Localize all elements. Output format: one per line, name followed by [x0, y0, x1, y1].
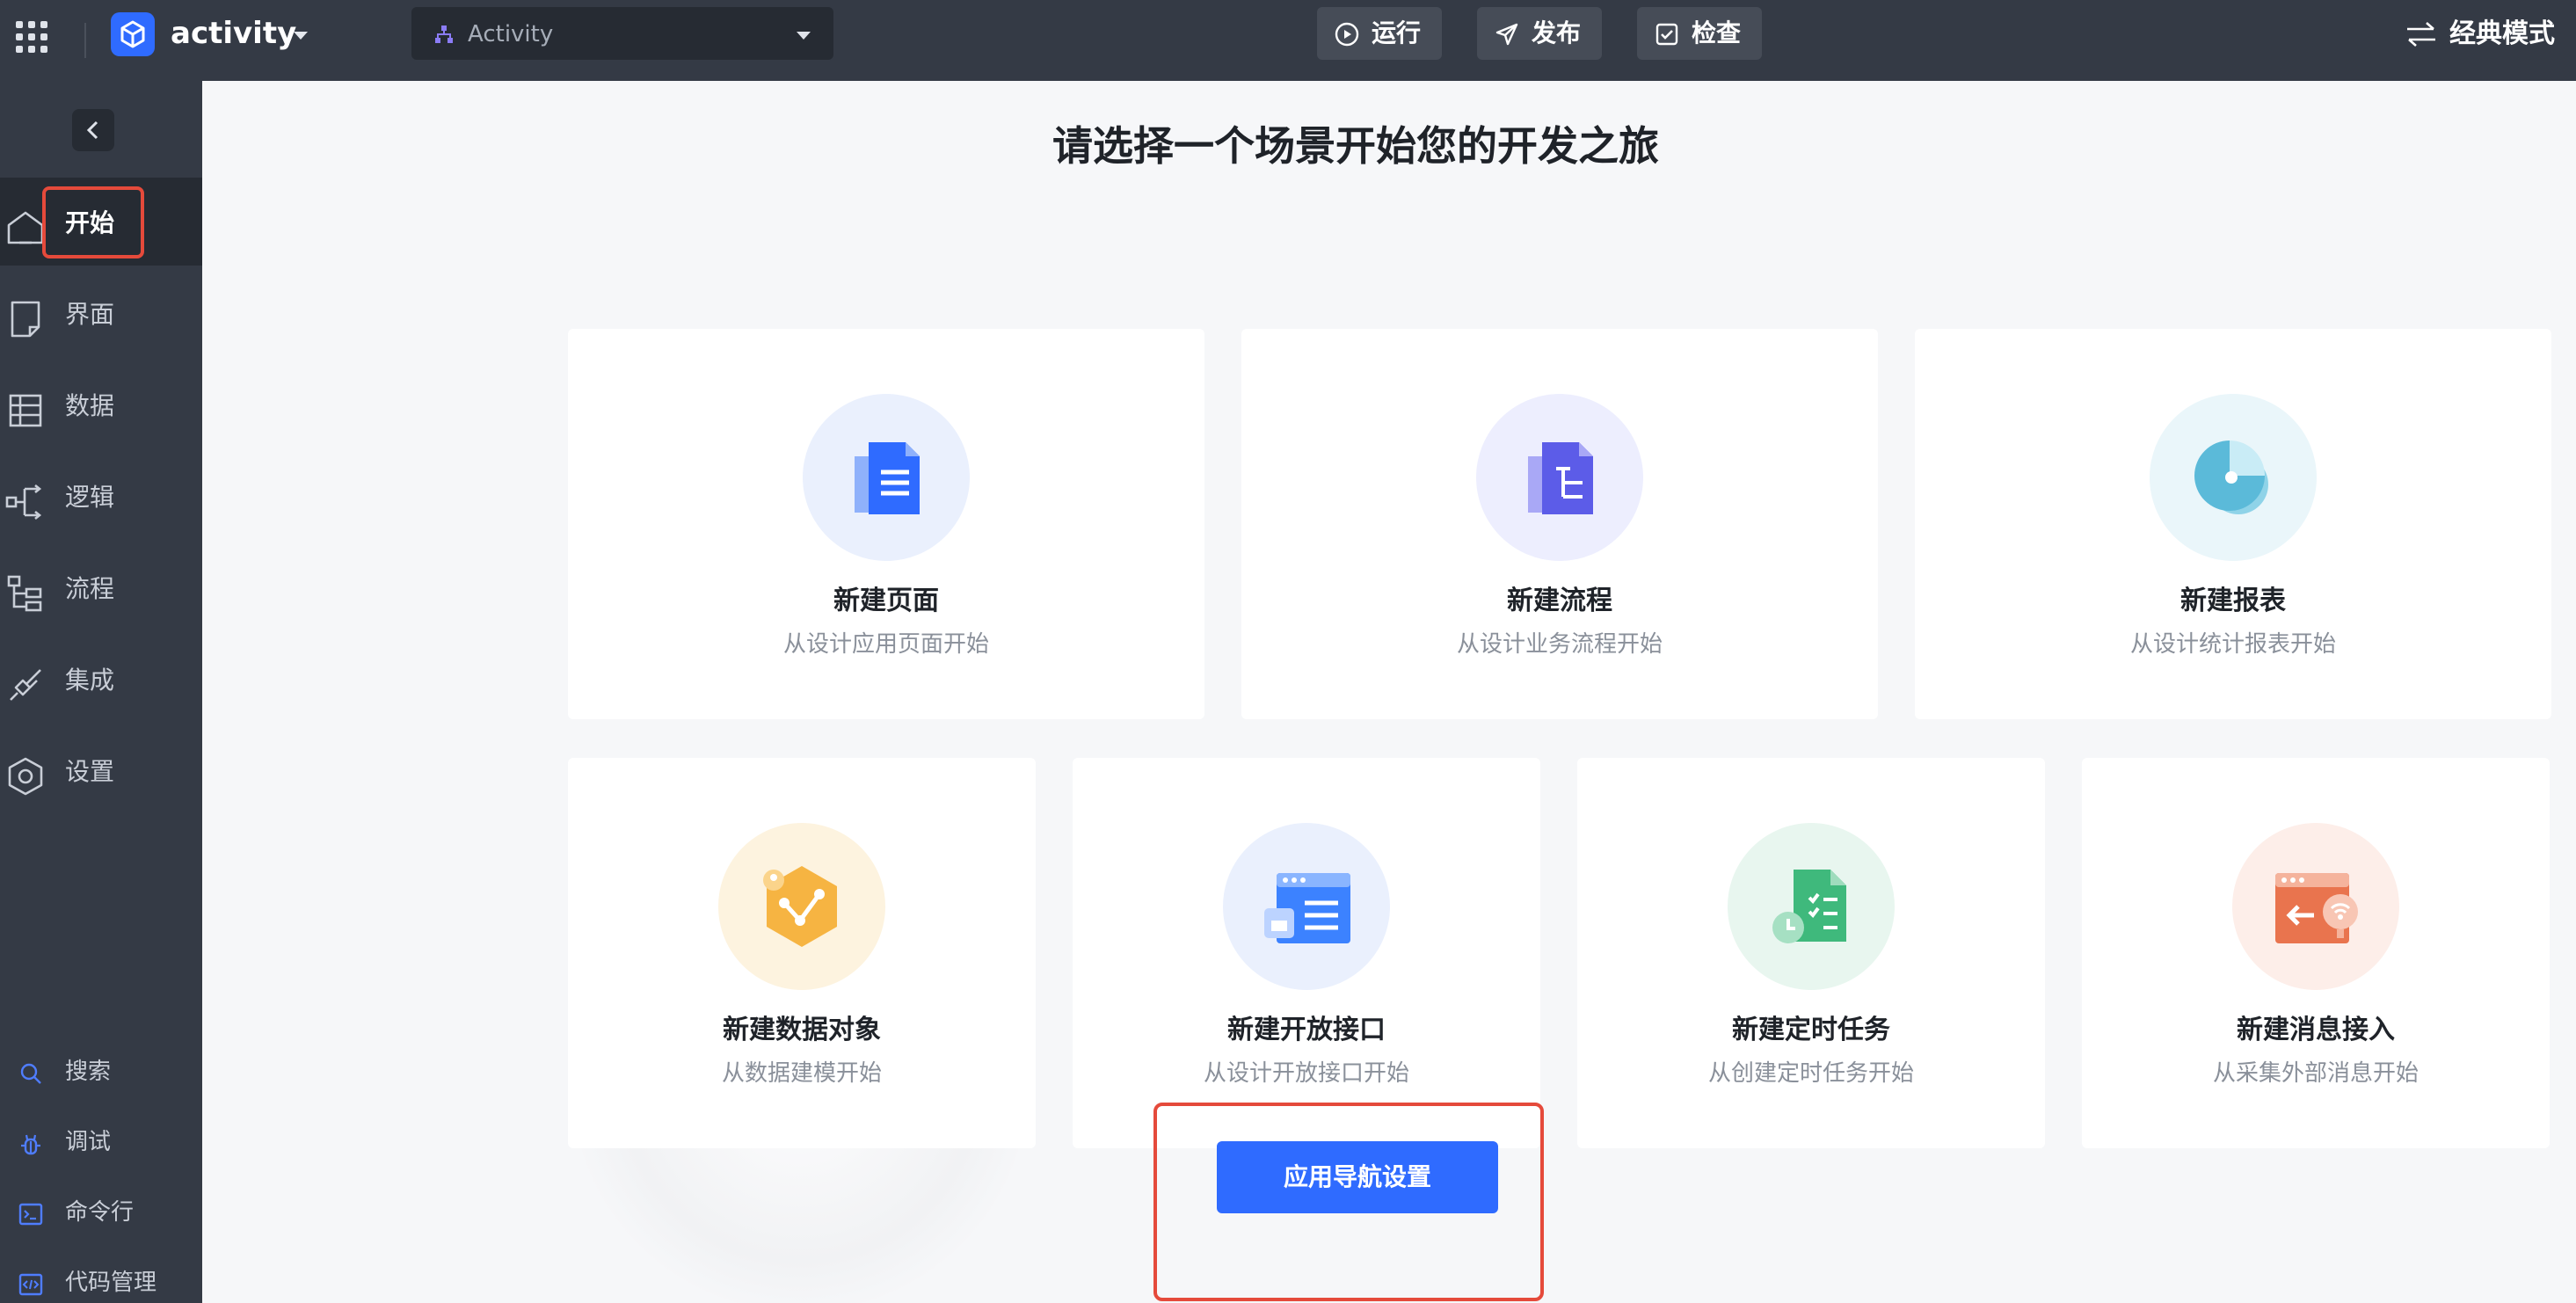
card-title: 新建流程 — [1507, 586, 1612, 616]
card-desc: 从设计业务流程开始 — [1456, 631, 1663, 658]
card-new-open-api[interactable]: 新建开放接口 从设计开放接口开始 — [1073, 758, 1540, 1148]
card-title: 新建定时任务 — [1732, 1015, 1890, 1045]
pie-chart-icon — [2194, 440, 2268, 514]
check-button[interactable]: 检查 — [1637, 7, 1762, 60]
publish-button[interactable]: 发布 — [1477, 7, 1602, 60]
page-select[interactable]: Activity — [411, 7, 833, 60]
card-title: 新建开放接口 — [1227, 1015, 1386, 1045]
document-icon — [855, 442, 920, 514]
card-new-message-access[interactable]: 新建消息接入 从采集外部消息开始 — [2082, 758, 2550, 1148]
hexagon-settings-icon — [8, 757, 43, 796]
sidebar: 开始 界面 数据 逻辑 流程 集成 设置 搜索 调试 命令行 代码管理 — [0, 81, 202, 1303]
send-icon — [1495, 23, 1518, 46]
card-new-scheduled-task[interactable]: 新建定时任务 从创建定时任务开始 — [1577, 758, 2045, 1148]
card-icon-bg — [2150, 394, 2317, 561]
card-desc: 从设计统计报表开始 — [2129, 631, 2336, 658]
card-desc: 从创建定时任务开始 — [1707, 1060, 1914, 1087]
app-navigation-settings-button[interactable]: 应用导航设置 — [1217, 1141, 1498, 1213]
page-icon — [11, 301, 40, 338]
card-desc: 从采集外部消息开始 — [2212, 1060, 2419, 1087]
publish-label: 发布 — [1532, 18, 1582, 47]
sidebar-item-logic[interactable]: 逻辑 — [0, 452, 202, 540]
card-icon-bg — [1728, 823, 1895, 990]
logic-icon — [5, 484, 42, 520]
sidebar-item-label: 流程 — [65, 574, 115, 603]
message-inbound-icon — [2275, 873, 2358, 943]
sitemap-icon — [435, 25, 453, 43]
card-desc: 从数据建模开始 — [721, 1060, 882, 1087]
card-icon-bg — [718, 823, 885, 990]
app-logo-icon — [111, 12, 155, 56]
sidebar-item-settings[interactable]: 设置 — [0, 726, 202, 814]
card-icon-bg — [1223, 823, 1390, 990]
search-icon — [20, 1063, 41, 1084]
card-icon-bg — [1476, 394, 1643, 561]
chevron-down-icon — [797, 32, 811, 40]
home-icon — [7, 211, 44, 244]
run-label: 运行 — [1372, 18, 1422, 47]
sidebar-tool-search[interactable]: 搜索 — [0, 1046, 202, 1099]
flow-document-icon — [1528, 442, 1593, 514]
card-title: 新建消息接入 — [2237, 1015, 2395, 1045]
card-new-report[interactable]: 新建报表 从设计统计报表开始 — [1915, 329, 2551, 719]
sidebar-item-data[interactable]: 数据 — [0, 360, 202, 448]
sidebar-item-integration[interactable]: 集成 — [0, 635, 202, 723]
plug-icon — [10, 669, 41, 701]
sidebar-tool-terminal[interactable]: 命令行 — [0, 1187, 202, 1240]
sidebar-tool-code[interactable]: 代码管理 — [0, 1257, 202, 1303]
play-icon — [1335, 22, 1359, 47]
sidebar-item-flow[interactable]: 流程 — [0, 543, 202, 631]
divider — [84, 23, 86, 58]
table-icon — [9, 394, 42, 427]
terminal-icon — [18, 1203, 43, 1226]
api-icon — [1264, 873, 1350, 943]
check-label: 检查 — [1692, 18, 1742, 47]
page-title: 请选择一个场景开始您的开发之旅 — [1052, 122, 1659, 170]
highlight-box — [42, 186, 144, 258]
card-desc: 从设计应用页面开始 — [782, 631, 989, 658]
code-icon — [18, 1273, 43, 1296]
sidebar-item-label: 设置 — [65, 757, 115, 786]
top-bar: activity Activity 运行 发布 检查 经典模式 — [0, 0, 2576, 81]
tool-label: 命令行 — [65, 1199, 135, 1226]
tool-label: 调试 — [65, 1129, 112, 1155]
app-grid-icon[interactable] — [16, 21, 47, 53]
card-desc: 从设计开放接口开始 — [1203, 1060, 1409, 1087]
switch-arrows-icon — [2407, 22, 2435, 47]
flow-icon — [7, 575, 42, 612]
card-title: 新建报表 — [2180, 586, 2286, 616]
card-new-flow[interactable]: 新建流程 从设计业务流程开始 — [1241, 329, 1878, 719]
sidebar-item-label: 集成 — [65, 666, 115, 695]
sidebar-tool-debug[interactable]: 调试 — [0, 1117, 202, 1169]
classic-mode-label: 经典模式 — [2449, 18, 2555, 49]
card-title: 新建数据对象 — [723, 1015, 881, 1045]
card-icon-bg — [803, 394, 970, 561]
chevron-down-icon[interactable] — [294, 32, 308, 40]
card-new-data-object[interactable]: 新建数据对象 从数据建模开始 — [568, 758, 1036, 1148]
checkbox-icon — [1655, 23, 1678, 46]
scheduled-task-icon — [1772, 870, 1846, 943]
card-new-page[interactable]: 新建页面 从设计应用页面开始 — [568, 329, 1204, 719]
page-select-value: Activity — [468, 21, 554, 47]
sidebar-item-label: 数据 — [65, 391, 115, 420]
tool-label: 代码管理 — [65, 1270, 157, 1296]
data-object-icon — [763, 866, 837, 947]
tool-label: 搜索 — [65, 1059, 112, 1085]
sidebar-item-label: 界面 — [65, 300, 115, 329]
sidebar-item-label: 逻辑 — [65, 483, 115, 512]
sidebar-item-ui[interactable]: 界面 — [0, 269, 202, 357]
debug-icon — [21, 1134, 40, 1155]
card-title: 新建页面 — [833, 586, 939, 616]
classic-mode-toggle[interactable]: 经典模式 — [2400, 12, 2567, 56]
app-name[interactable]: activity — [171, 14, 296, 53]
card-icon-bg — [2232, 823, 2399, 990]
run-button[interactable]: 运行 — [1317, 7, 1442, 60]
